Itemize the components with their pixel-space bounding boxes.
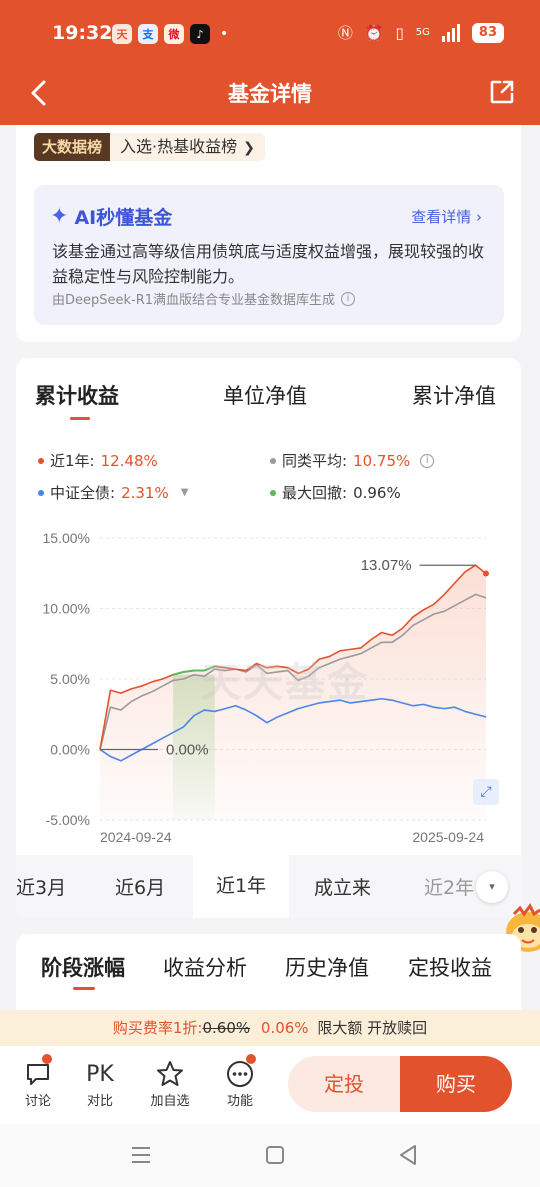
tiktok-notification-icon: ♪ (190, 24, 210, 44)
home-icon[interactable] (262, 1142, 288, 1168)
fund-app-notification-icon: 天 (112, 24, 132, 44)
chat-icon (27, 1064, 49, 1085)
page-title: 基金详情 (228, 82, 312, 106)
notification-dot (246, 1054, 256, 1064)
legend-dot (270, 457, 276, 464)
legend-peer: 同类平均: 10.75% i (270, 450, 435, 471)
start-annotation-label: 0.00% (166, 742, 209, 759)
app-header: 19:32 天 支 微 ♪ • Ⓝ ⏰ ▯ 5G 83 基金详情 (0, 0, 540, 125)
legend-fund: 近1年: 12.48% (38, 450, 158, 471)
tab-cumulative-return[interactable]: 累计收益 (35, 380, 119, 410)
weibo-notification-icon: 微 (164, 24, 184, 44)
period-tabs: 近3月 近6月 近1年 成立来 近2年 ▾ (16, 855, 521, 918)
ai-title-text: AI秒懂基金 (74, 207, 173, 229)
period-tab-since-inception[interactable]: 成立来 (314, 873, 371, 900)
status-right: Ⓝ ⏰ ▯ 5G 83 (338, 22, 504, 43)
tab-return-analysis[interactable]: 收益分析 (163, 952, 247, 982)
max-annotation-label: 13.07% (361, 557, 412, 574)
functions-button[interactable]: 功能 (210, 1058, 270, 1109)
fund-summary-card: 大数据榜 入选·热基收益榜 ❯ ✦ AI秒懂基金 查看详情 › 该基金通过高等级信… (16, 125, 521, 342)
back-nav-icon[interactable] (395, 1142, 421, 1168)
period-tab-6m[interactable]: 近6月 (115, 873, 165, 900)
dingtou-button[interactable]: 定投 (288, 1056, 400, 1112)
ai-title: ✦ AI秒懂基金 (50, 203, 172, 230)
chevron-down-icon[interactable]: ▾ (476, 871, 508, 903)
chart-card: 累计收益 单位净值 累计净值 近1年: 12.48% 同类平均: 10.75% i … (16, 358, 521, 918)
y-tick-label: 15.00% (43, 530, 90, 546)
ai-description: 该基金通过高等级信用债筑底与适度权益增强，展现较强的收益稳定性与风险控制能力。 (52, 242, 485, 286)
ai-more-link[interactable]: 查看详情 › (411, 206, 482, 227)
pk-icon: PK (86, 1061, 114, 1087)
buy-button[interactable]: 购买 (400, 1056, 512, 1112)
battery-indicator: 83 (471, 22, 504, 43)
compare-button[interactable]: PK 对比 (70, 1058, 130, 1110)
period-tab-1y[interactable]: 近1年 (193, 855, 290, 918)
legend-index[interactable]: 中证全债: 2.31% ▼ (38, 482, 188, 503)
y-tick-label: -5.00% (46, 812, 90, 828)
chevron-right-icon: ❯ (243, 140, 255, 156)
fee-banner: 购买费率1折:0.60% 0.06% 限大额 开放赎回 (0, 1010, 540, 1046)
status-bar: 19:32 天 支 微 ♪ • Ⓝ ⏰ ▯ 5G 83 (0, 0, 540, 68)
info-icon[interactable]: i (341, 291, 356, 306)
x-tick-label: 2024-09-24 (100, 829, 172, 845)
alipay-notification-icon: 支 (138, 24, 158, 44)
tab-underline (70, 417, 90, 420)
tab-history-nav[interactable]: 历史净值 (285, 952, 369, 982)
share-icon[interactable] (488, 78, 516, 106)
ranking-text: 入选·热基收益榜 ❯ (110, 133, 265, 161)
notification-dot (42, 1054, 52, 1064)
ranking-badge: 大数据榜 (34, 133, 111, 161)
legend-dot (270, 489, 276, 496)
tab-sip-return[interactable]: 定投收益 (408, 952, 492, 982)
ai-footer: 由DeepSeek-R1满血版结合专业基金数据库生成 i (52, 289, 356, 308)
info-icon[interactable]: i (420, 453, 435, 468)
period-tab-2y[interactable]: 近2年 (424, 873, 474, 900)
chevron-right-icon: › (476, 208, 482, 226)
add-watchlist-button[interactable]: 加自选 (140, 1058, 200, 1109)
legend-dot (38, 457, 44, 464)
ranking-banner[interactable]: 大数据榜 入选·热基收益榜 ❯ (34, 133, 265, 161)
watermark-text: 天天基金 (201, 660, 369, 706)
status-time: 19:32 (52, 22, 113, 44)
menu-icon[interactable] (128, 1142, 154, 1168)
nfc-icon: Ⓝ (337, 24, 353, 42)
star-icon (157, 1061, 183, 1086)
vibrate-icon: ▯ (395, 23, 404, 42)
legend-drawdown: 最大回撤: 0.96% (270, 482, 401, 503)
ai-summary-box: ✦ AI秒懂基金 查看详情 › 该基金通过高等级信用债筑底与适度权益增强，展现较… (34, 185, 504, 325)
alarm-icon: ⏰ (364, 23, 384, 42)
y-tick-label: 10.00% (43, 601, 90, 617)
network-type: 5G (415, 27, 430, 38)
bottom-action-bar: 讨论 PK 对比 加自选 功能 定投 购买 (0, 1046, 540, 1124)
caret-down-icon: ▼ (180, 487, 189, 498)
x-tick-label: 2025-09-24 (412, 829, 484, 845)
period-tab-3m[interactable]: 近3月 (16, 873, 66, 900)
more-notifications-icon: • (220, 26, 229, 42)
section-tabs-card: 阶段涨幅 收益分析 历史净值 定投收益 (16, 934, 521, 1014)
chart-tabs: 累计收益 单位净值 累计净值 (16, 380, 521, 416)
tab-cumulative-nav[interactable]: 累计净值 (412, 380, 496, 410)
sparkle-icon: ✦ (50, 204, 69, 229)
system-nav-bar (0, 1124, 540, 1187)
y-tick-label: 5.00% (50, 671, 90, 687)
y-tick-label: 0.00% (50, 742, 90, 758)
signal-icon (441, 23, 460, 42)
discuss-button[interactable]: 讨论 (8, 1058, 68, 1109)
tab-underline (73, 987, 95, 990)
nav-bar: 基金详情 (0, 68, 540, 118)
end-point (483, 570, 489, 577)
expand-icon[interactable]: ⤢ (473, 779, 499, 805)
tab-stage-return[interactable]: 阶段涨幅 (41, 952, 125, 982)
notification-icons: 天 支 微 ♪ • (112, 24, 228, 44)
tab-unit-nav[interactable]: 单位净值 (223, 380, 307, 410)
legend-dot (38, 489, 44, 496)
